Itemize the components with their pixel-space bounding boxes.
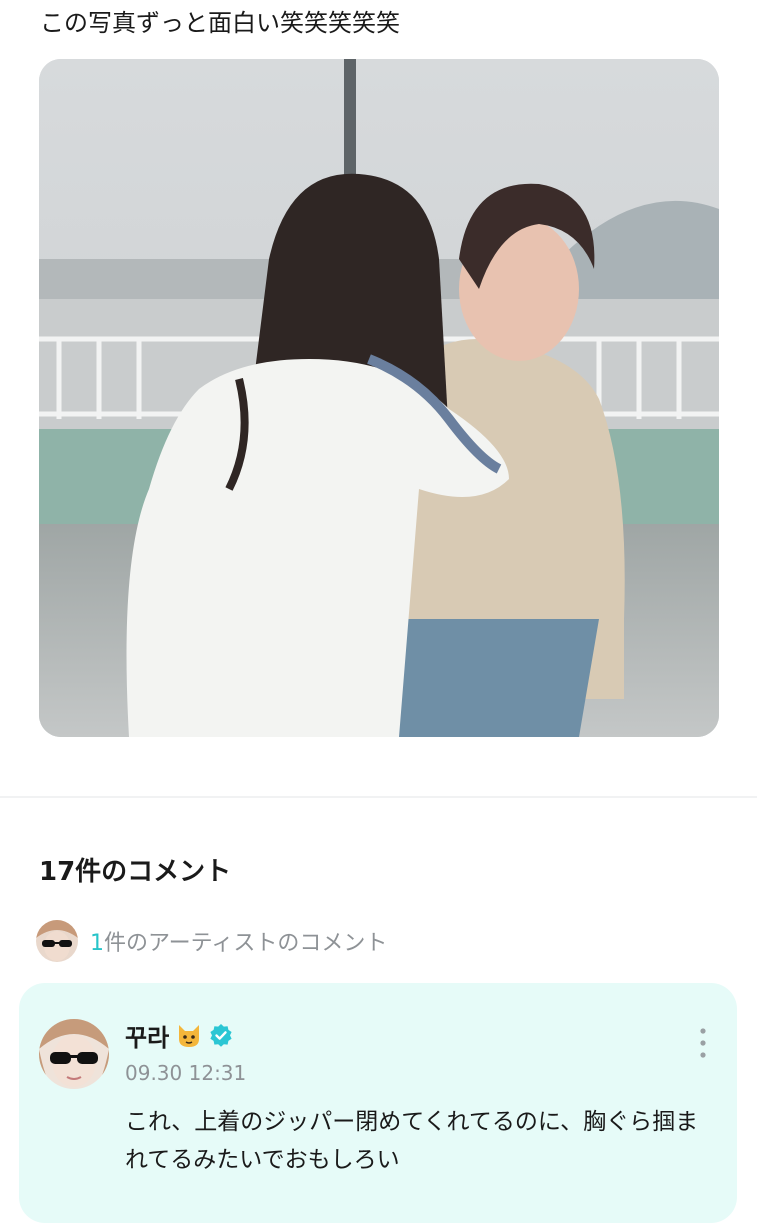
- section-divider: [0, 796, 757, 798]
- comment-author-name[interactable]: 꾸라: [125, 1018, 169, 1053]
- verified-check-icon: [209, 1023, 233, 1047]
- post-text: この写真ずっと面白い笑笑笑笑笑: [40, 9, 400, 37]
- comment-body: これ、上着のジッパー閉めてくれてるのに、胸ぐら掴まれてるみたいでおもしろい: [125, 1109, 699, 1173]
- post-photo[interactable]: [39, 59, 719, 737]
- artist-comment-suffix: 件のアーティストのコメント: [104, 931, 388, 956]
- cat-face-icon: [175, 1021, 203, 1049]
- comment-timestamp: 09.30 12:31: [125, 1061, 247, 1085]
- artist-comments-label: 1件のアーティストのコメント: [90, 925, 387, 957]
- more-options-button[interactable]: [691, 1023, 715, 1063]
- artist-comments-filter[interactable]: 1件のアーティストのコメント: [36, 919, 387, 963]
- artist-avatar-small: [36, 920, 78, 962]
- comment-author-avatar[interactable]: [39, 1019, 109, 1089]
- comment-count-heading: 17件のコメント: [39, 857, 232, 887]
- artist-comment-count: 1: [90, 931, 104, 956]
- artist-comment-card: 꾸라 09.30 12:31 これ、上着のジッパー閉めてくれてるのに、胸ぐら掴ま…: [19, 983, 737, 1223]
- comment-author: 꾸라: [125, 1017, 233, 1053]
- more-vertical-icon: [691, 1028, 715, 1067]
